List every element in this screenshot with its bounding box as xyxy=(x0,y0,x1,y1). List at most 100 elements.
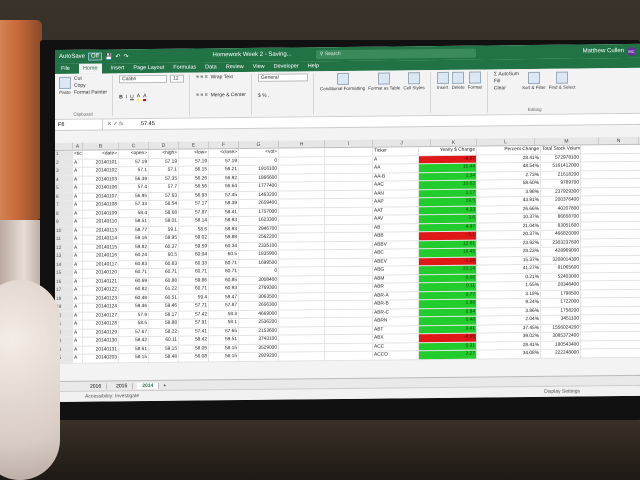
cell[interactable]: 2562200 xyxy=(239,233,279,242)
row-header[interactable]: 10 xyxy=(55,227,73,235)
cell[interactable] xyxy=(325,232,373,241)
cell[interactable]: 59.86 xyxy=(179,276,209,285)
cell[interactable]: A xyxy=(73,201,83,210)
summary-cell[interactable]: 200376400 xyxy=(541,196,581,205)
cell[interactable]: 1463200 xyxy=(239,191,279,200)
summary-cell[interactable]: 0.11 xyxy=(419,282,477,291)
cell[interactable]: 56.64 xyxy=(209,183,239,191)
cell[interactable]: 59.82 xyxy=(119,243,149,252)
summary-cell[interactable]: Total Stock Volume xyxy=(541,145,581,154)
cell[interactable]: 60.88 xyxy=(149,277,179,286)
cell[interactable]: 60.71 xyxy=(119,269,149,277)
cell[interactable]: A xyxy=(73,252,83,261)
cell[interactable]: <low> xyxy=(179,149,209,158)
cell[interactable] xyxy=(325,224,373,233)
cell[interactable]: 59.95 xyxy=(149,234,179,243)
cell[interactable]: A xyxy=(73,159,83,167)
cell[interactable] xyxy=(279,250,325,259)
cell[interactable]: 59.15 xyxy=(149,345,179,354)
cell[interactable]: 57.71 xyxy=(179,302,209,311)
cell[interactable]: 60.5 xyxy=(209,251,239,259)
summary-cell[interactable]: 21618200 xyxy=(541,170,581,179)
row-header[interactable]: 5 xyxy=(55,184,73,193)
cell[interactable]: A xyxy=(73,167,83,176)
sheet-tab-2016[interactable]: 2016 xyxy=(85,382,108,390)
cell[interactable]: 2153600 xyxy=(239,327,279,336)
cell[interactable]: A xyxy=(73,286,83,295)
row-header[interactable]: 4 xyxy=(55,176,73,184)
cell[interactable]: 3529000 xyxy=(239,344,279,353)
cell[interactable] xyxy=(279,284,325,293)
row-header[interactable]: 14 xyxy=(55,261,73,269)
summary-cell[interactable]: 48.54% xyxy=(477,162,541,172)
summary-cell[interactable]: ACC xyxy=(373,342,419,351)
tab-review[interactable]: Review xyxy=(226,64,244,70)
cell[interactable] xyxy=(325,198,373,207)
cell[interactable]: 56.39 xyxy=(119,175,149,184)
cell[interactable]: 58.68 xyxy=(149,209,179,218)
row-header[interactable]: 12 xyxy=(55,244,73,252)
cell[interactable]: 20140122 xyxy=(83,286,119,295)
cell[interactable] xyxy=(325,258,373,267)
cell[interactable]: A xyxy=(73,193,83,201)
summary-cell[interactable]: 0.06 xyxy=(419,274,477,283)
row-header[interactable]: 2 xyxy=(55,159,73,167)
summary-cell[interactable]: 0.21% xyxy=(477,273,541,282)
cell[interactable]: 57.19 xyxy=(149,158,179,167)
row-header[interactable]: 16 xyxy=(55,278,73,286)
summary-cell[interactable]: 22.14 xyxy=(419,265,477,274)
row-header[interactable]: 6 xyxy=(55,193,73,201)
summary-cell[interactable]: ABB xyxy=(373,232,419,241)
cell[interactable] xyxy=(279,292,325,301)
cell[interactable]: 20140120 xyxy=(83,269,119,278)
format-as-table-button[interactable]: Format as Table xyxy=(368,72,400,91)
cell[interactable] xyxy=(325,164,373,173)
summary-cell[interactable]: ABX xyxy=(373,334,419,343)
cell[interactable]: <high> xyxy=(149,149,179,158)
cell[interactable]: 1757000 xyxy=(239,208,279,217)
tab-insert[interactable]: Insert xyxy=(111,65,125,71)
cell[interactable]: 20140117 xyxy=(83,260,119,269)
summary-cell[interactable]: 86658700 xyxy=(541,213,581,222)
summary-cell[interactable]: 3208014300 xyxy=(541,255,581,264)
cell[interactable]: <open> xyxy=(119,150,149,158)
cell[interactable]: 60.33 xyxy=(179,259,209,268)
cell[interactable]: 20140130 xyxy=(83,337,119,346)
cell[interactable]: 60.51 xyxy=(149,294,179,303)
cell[interactable]: 59.46 xyxy=(149,302,179,311)
cell[interactable]: 59.4 xyxy=(179,293,209,302)
cell[interactable]: 60.83 xyxy=(149,260,179,269)
summary-cell[interactable]: ABR-C xyxy=(373,308,419,317)
summary-cell[interactable]: -1.15 xyxy=(419,257,477,266)
summary-cell[interactable]: 1758200 xyxy=(541,306,581,315)
cell[interactable]: 58.22 xyxy=(149,328,179,337)
cell[interactable]: 2656300 xyxy=(239,301,279,310)
fx-icon[interactable]: ✕ ✓ fx xyxy=(107,121,137,127)
cell[interactable]: 57.17 xyxy=(179,200,209,209)
cell[interactable]: A xyxy=(73,235,83,244)
cell[interactable]: 20140131 xyxy=(83,345,119,354)
cell[interactable]: 58.61 xyxy=(119,345,149,354)
cell[interactable]: 2769300 xyxy=(239,284,279,293)
cell-styles-button[interactable]: Cell Styles xyxy=(403,72,425,90)
search-box[interactable]: ⚲ Search xyxy=(315,48,476,59)
align-icons[interactable]: ≡ ≡ ≡ xyxy=(196,74,208,80)
cell[interactable]: 2946700 xyxy=(239,225,279,234)
cell[interactable]: 58.77 xyxy=(119,226,149,235)
tab-home[interactable]: Home xyxy=(78,63,102,74)
cell[interactable]: 3063500 xyxy=(239,293,279,302)
row-header[interactable]: 11 xyxy=(55,235,73,244)
font-size-select[interactable]: 12 xyxy=(170,74,185,83)
summary-cell[interactable]: 28.23% xyxy=(477,247,541,257)
cell[interactable]: 20140114 xyxy=(83,235,119,244)
summary-cell[interactable]: 16.45 xyxy=(419,248,477,257)
cell[interactable]: 20140115 xyxy=(83,243,119,252)
summary-cell[interactable]: Yearly $ Change xyxy=(419,146,477,155)
cell[interactable]: 57.19 xyxy=(119,158,149,167)
summary-cell[interactable]: 1798500 xyxy=(541,289,581,298)
cell[interactable] xyxy=(279,335,325,344)
cell[interactable]: 58.1 xyxy=(209,319,239,327)
cell[interactable] xyxy=(279,173,325,182)
row-header[interactable]: 9 xyxy=(55,218,73,227)
summary-cell[interactable]: 26.66% xyxy=(477,205,541,214)
